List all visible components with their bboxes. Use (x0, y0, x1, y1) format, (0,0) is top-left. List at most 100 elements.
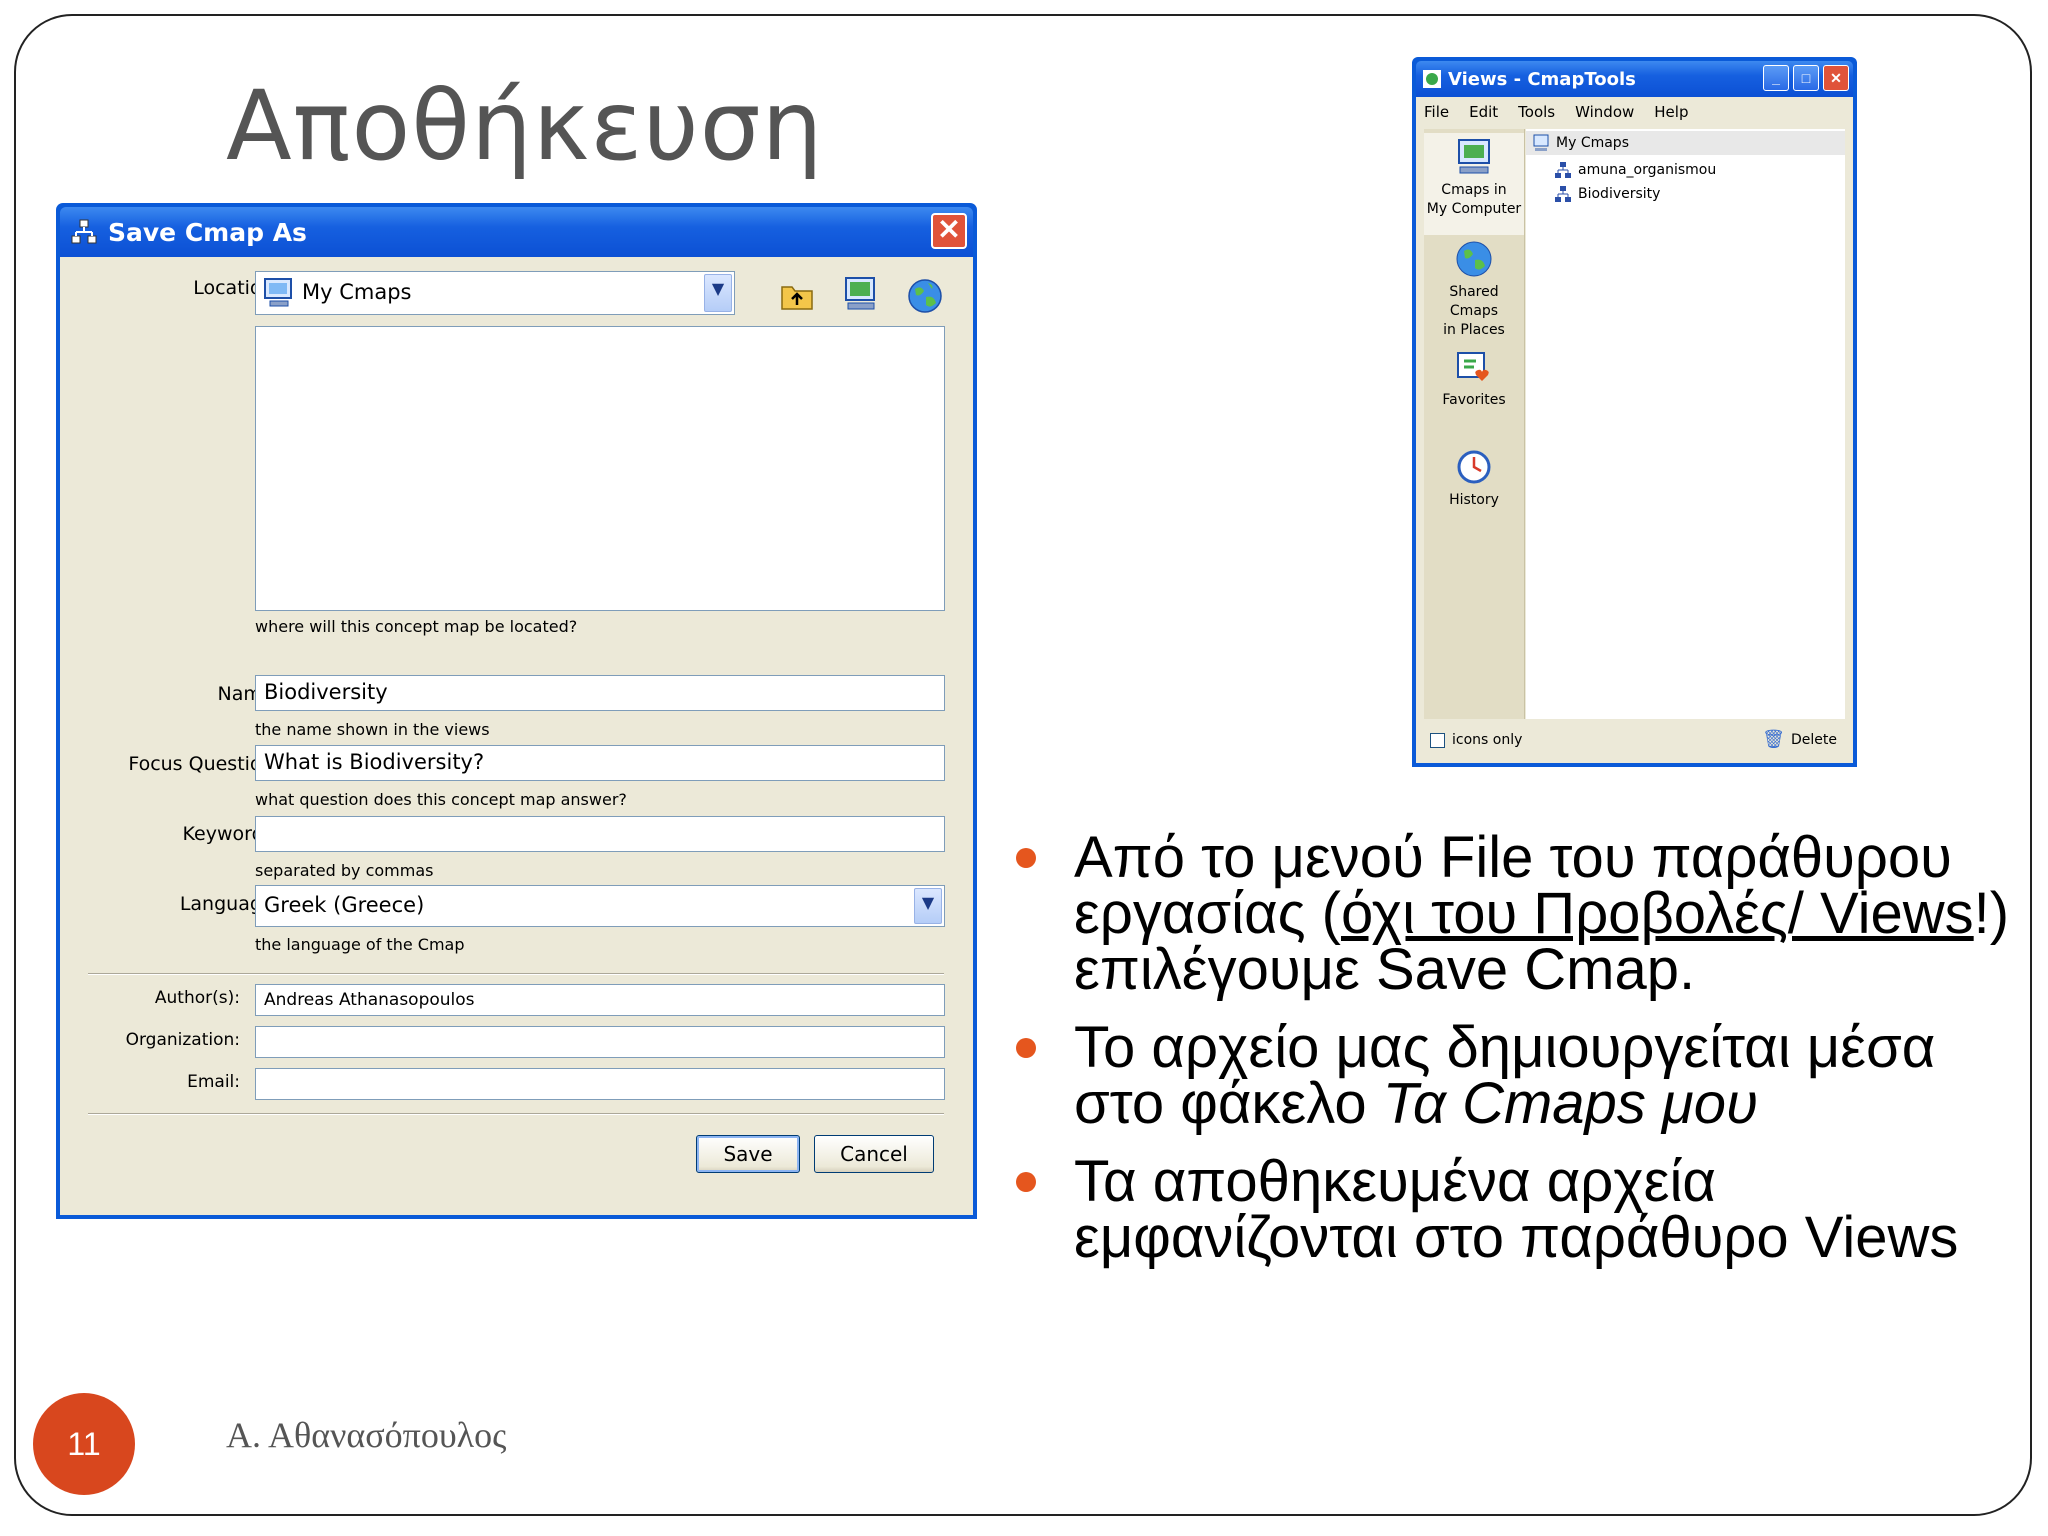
location-value: My Cmaps (302, 280, 412, 304)
organization-field[interactable] (255, 1026, 945, 1058)
bullet-dot (1016, 1172, 1036, 1192)
save-cmap-dialog: Save Cmap As ✕ Location: My Cmaps ▼ wher… (56, 203, 977, 1219)
minimize-button[interactable]: _ (1763, 65, 1789, 91)
dialog-titlebar[interactable]: Save Cmap As (60, 207, 973, 257)
computer-icon (264, 278, 292, 307)
language-combo[interactable]: Greek (Greece) ▼ (255, 885, 945, 927)
views-title: Views - CmapTools (1448, 68, 1636, 90)
menu-window[interactable]: Window (1575, 103, 1634, 121)
separator (88, 1113, 944, 1115)
favorites-icon (1457, 352, 1489, 381)
authors-field[interactable]: Andreas Athanasopoulos (255, 984, 945, 1016)
views-sidebar: Cmaps in My Computer Shared Cmaps in Pla… (1424, 129, 1525, 719)
close-button[interactable]: ✕ (1823, 65, 1849, 91)
bullet-item: Τα αποθηκευμένα αρχεία εμφανίζονται στο … (1012, 1153, 2012, 1267)
location-combo[interactable]: My Cmaps ▼ (255, 271, 735, 315)
sidebar-item-shared-places[interactable]: Shared Cmaps in Places (1424, 239, 1524, 338)
views-body: File Edit Tools Window Help Cmaps in My … (1416, 97, 1853, 763)
cmap-icon (1555, 186, 1571, 202)
slide-title: Αποθήκευση (226, 70, 824, 182)
cmaptools-icon (1423, 70, 1441, 88)
bullet-item: Από το μενού File του παράθυρου εργασίας… (1012, 829, 2012, 999)
keywords-field[interactable] (255, 816, 945, 852)
close-icon: ✕ (937, 214, 961, 245)
window-controls: _ □ ✕ (1763, 65, 1849, 91)
views-window: Views - CmapTools _ □ ✕ File Edit Tools … (1412, 57, 1857, 767)
sidebar-label: in Places (1443, 322, 1505, 338)
location-hint: where will this concept map be located? (255, 617, 578, 636)
dialog-title: Save Cmap As (108, 217, 307, 247)
focus-question-hint: what question does this concept map answ… (255, 790, 627, 809)
globe-icon[interactable] (906, 277, 944, 315)
language-value: Greek (Greece) (264, 893, 425, 917)
tree-item-cmap[interactable]: Biodiversity (1554, 185, 1660, 203)
location-dropdown-button[interactable]: ▼ (704, 274, 732, 312)
computer-icon (1533, 134, 1549, 151)
menu-help[interactable]: Help (1654, 103, 1688, 121)
tree-label: Biodiversity (1578, 186, 1661, 202)
close-button[interactable]: ✕ (931, 213, 967, 249)
name-hint: the name shown in the views (255, 720, 490, 739)
location-label: Location: (193, 277, 280, 299)
keywords-hint: separated by commas (255, 861, 434, 880)
name-field[interactable]: Biodiversity (255, 675, 945, 711)
cmap-icon (1555, 162, 1571, 178)
cmaps-tree: My Cmaps amuna_organismou Biodiversity (1526, 129, 1845, 719)
dialog-body: Location: My Cmaps ▼ where will this con… (60, 257, 973, 1215)
tree-label: amuna_organismou (1578, 162, 1717, 178)
sidebar-label: Cmaps in (1441, 182, 1507, 198)
icons-only-checkbox[interactable] (1430, 733, 1445, 748)
page-number-badge: 11 (33, 1393, 135, 1495)
computer-icon (1458, 139, 1490, 174)
focus-question-field[interactable]: What is Biodiversity? (255, 745, 945, 781)
focus-question-label: Focus Question: (128, 753, 280, 775)
maximize-icon: □ (1801, 70, 1811, 86)
menu-tools[interactable]: Tools (1518, 103, 1555, 121)
minimize-icon: _ (1772, 70, 1780, 86)
history-icon (1457, 450, 1491, 484)
chevron-down-icon: ▼ (711, 279, 725, 298)
bullet-dot (1016, 1038, 1036, 1058)
email-label: Email: (187, 1072, 240, 1092)
views-bottom-bar: icons only 🗑 Delete (1424, 725, 1845, 757)
location-listbox[interactable] (255, 326, 945, 611)
menu-bar: File Edit Tools Window Help (1424, 103, 1688, 121)
chevron-down-icon: ▼ (921, 893, 935, 912)
cancel-button[interactable]: Cancel (814, 1135, 934, 1173)
sidebar-label: Favorites (1442, 392, 1506, 408)
name-label: Name: (217, 683, 280, 705)
tree-label: My Cmaps (1556, 135, 1629, 151)
icons-only-label: icons only (1452, 732, 1523, 748)
delete-button[interactable]: Delete (1791, 732, 1837, 748)
menu-edit[interactable]: Edit (1469, 103, 1498, 121)
language-hint: the language of the Cmap (255, 935, 465, 954)
close-icon: ✕ (1830, 70, 1842, 86)
globe-icon (1456, 241, 1492, 277)
sidebar-item-favorites[interactable]: Favorites (1424, 347, 1524, 419)
menu-file[interactable]: File (1424, 103, 1449, 121)
maximize-button[interactable]: □ (1793, 65, 1819, 91)
cmap-icon (71, 219, 97, 244)
separator (88, 973, 944, 975)
up-folder-icon[interactable] (778, 277, 816, 315)
email-field[interactable] (255, 1068, 945, 1100)
sidebar-label: History (1449, 492, 1499, 508)
save-button[interactable]: Save (696, 1135, 800, 1173)
bullet-list: Από το μενού File του παράθυρου εργασίας… (1012, 829, 2012, 1288)
language-label: Language: (179, 893, 280, 915)
language-dropdown-button[interactable]: ▼ (914, 888, 942, 924)
tree-item-cmap[interactable]: amuna_organismou (1554, 161, 1716, 179)
sidebar-label: My Computer (1426, 201, 1522, 217)
sidebar-item-history[interactable]: History (1424, 447, 1524, 519)
bullet-item: Το αρχείο μας δημιουργείται μέσα στο φάκ… (1012, 1019, 2012, 1133)
keywords-label: Keywords: (182, 823, 280, 845)
my-computer-icon[interactable] (842, 275, 880, 313)
slide-author: Α. Αθανασόπουλος (226, 1415, 507, 1455)
trash-icon[interactable]: 🗑 (1762, 729, 1785, 750)
sidebar-label: Shared Cmaps (1449, 284, 1499, 319)
authors-label: Author(s): (154, 988, 240, 1008)
sidebar-item-my-computer[interactable]: Cmaps in My Computer (1424, 133, 1524, 235)
tree-item-my-cmaps[interactable]: My Cmaps (1526, 131, 1845, 155)
bullet-dot (1016, 848, 1036, 868)
organization-label: Organization: (125, 1030, 240, 1050)
